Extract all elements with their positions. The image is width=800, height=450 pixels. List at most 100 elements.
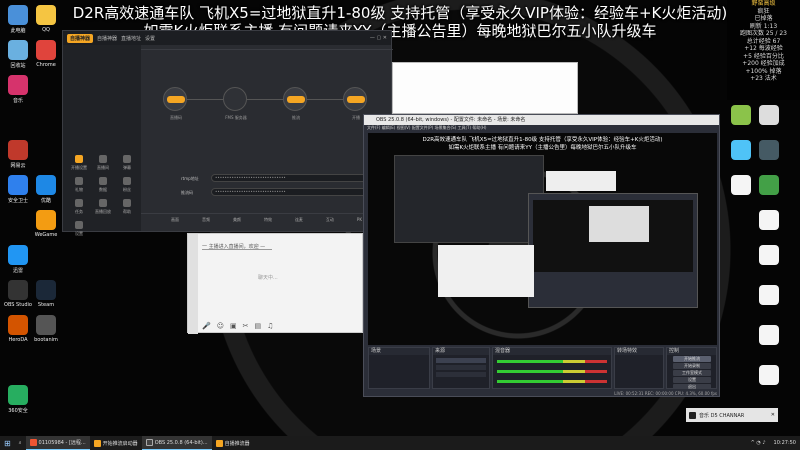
desktop-icon-right-8[interactable] (755, 245, 783, 265)
start-streaming-button[interactable]: 开始推流 (673, 356, 711, 362)
desktop-icon-right-4[interactable] (755, 140, 783, 160)
desktop-icon-right-2[interactable] (755, 105, 783, 125)
sidebar-item-9[interactable]: 设置 (69, 221, 89, 237)
desktop-icon-1[interactable]: 此电脑 (4, 5, 32, 34)
scenes-dock[interactable]: 场景 (368, 347, 430, 389)
source-item[interactable] (436, 365, 486, 370)
sidebar-item-3[interactable]: 礼物 (69, 177, 89, 193)
desktop-icon-9[interactable]: WeGame (32, 210, 60, 238)
app-icon (29, 439, 37, 446)
app-tab-2[interactable]: 直播地址 (121, 35, 141, 42)
studio-mode-button[interactable]: 工作室模式 (673, 370, 711, 376)
room-icon (99, 155, 107, 163)
step-3[interactable] (283, 87, 307, 111)
desktop-icon-right-9[interactable] (755, 285, 783, 305)
sidebar-item-6[interactable]: 任务 (69, 199, 89, 215)
game-stats-panel: 野蛮高级 疯狂 已掉落 刷新 1:13 跑图次数 25 / 23 总计经验 67 +12 每… (727, 0, 800, 100)
desktop-icon-right-5[interactable] (727, 175, 755, 195)
obs-window[interactable]: OBS 25.0.8 (64-bit, windows) - 配置文件: 未命名… (363, 114, 720, 397)
stats-line-6: 总计经验 67 (746, 37, 781, 45)
taskbar-item-2[interactable]: 开始推流启动器 (90, 436, 142, 450)
desktop-icon-right-3[interactable] (727, 140, 755, 160)
desktop-icon-right-7[interactable] (755, 210, 783, 230)
document-icon (759, 245, 779, 265)
taskbar-item-4[interactable]: 自播推流器 (212, 436, 254, 450)
chat-window[interactable]: 一 主播进入直播间，欢迎 — 聊天中... 🎤 ☺ ▣ ✂ ▤ ♫ (187, 233, 363, 334)
desktop-icon-7[interactable]: 安全卫士 (4, 175, 32, 204)
sidebar-item-0[interactable]: 开播设置 (69, 155, 89, 171)
desktop-icon-13[interactable]: bootanim (32, 315, 60, 343)
sidebar-item-7[interactable]: 直播回放 (93, 199, 113, 215)
image-icon[interactable]: ▣ (230, 322, 237, 330)
step-4[interactable] (343, 87, 367, 111)
stats-line-1: 野蛮高级 (751, 0, 776, 7)
sidebar-item-5[interactable]: 粉丝 (117, 177, 137, 193)
toolbar-item-2[interactable]: 音频 (202, 217, 210, 223)
file-icon[interactable]: ▤ (255, 322, 262, 330)
desktop-icon-15[interactable]: 360安全 (4, 385, 32, 414)
toolbar-item-1[interactable]: 画面 (171, 217, 179, 223)
taskbar-item-3[interactable]: OBS 25.0.8 (64-bit)... (141, 436, 212, 450)
taskbar-item-1[interactable]: 01105984 - [远程... (25, 436, 90, 450)
mic-icon[interactable]: 🎤 (202, 322, 211, 330)
desktop-icon-right-11[interactable] (755, 365, 783, 385)
source-item[interactable] (436, 358, 486, 363)
obs-preview[interactable]: D2R高效速通车队 飞机X5=过地狱直升1-80级 支持托管（享受永久VIP体验… (368, 133, 717, 345)
emoji-icon[interactable]: ☺ (217, 322, 224, 330)
stream-key-field[interactable]: •••••••••••••••••••••••••••••• (211, 188, 371, 196)
mixer-dock[interactable]: 混音器 (492, 347, 612, 389)
desktop-icon-right-10[interactable] (755, 325, 783, 345)
desktop-icon-label: HeroDA (8, 337, 28, 343)
desktop-icon-2[interactable]: QQ (32, 5, 60, 33)
toolbar-item-4[interactable]: 特效 (264, 217, 272, 223)
toolbar-item-3[interactable]: 美颜 (233, 217, 241, 223)
desktop-icon-5[interactable]: 音乐 (4, 75, 32, 104)
scissors-icon[interactable]: ✂ (243, 322, 249, 330)
step-2[interactable] (223, 87, 247, 111)
exit-button[interactable]: 退出 (673, 384, 711, 389)
settings-button[interactable]: 设置 (673, 377, 711, 383)
desktop-icon-8[interactable]: 优酷 (32, 175, 60, 204)
sources-dock[interactable]: 来源 (432, 347, 490, 389)
obs-menubar[interactable]: 文件(F) 编辑(E) 视图(V) 配置文件(P) 场景集合(S) 工具(T) … (364, 125, 719, 132)
window-controls-icon[interactable]: — ▢ ✕ (370, 35, 387, 41)
browser-window[interactable] (392, 62, 578, 114)
search-button[interactable]: ⌕ (15, 436, 26, 450)
system-tray[interactable]: ^ ◔ ♪ (747, 436, 770, 450)
audio-meter (497, 370, 607, 373)
desktop-icon-12[interactable]: HeroDA (4, 315, 32, 343)
toolbar-item-6[interactable]: 互动 (326, 217, 334, 223)
desktop-icon-label: Steam (37, 302, 55, 308)
streaming-app-window[interactable]: 自播神器 自播神器 直播地址 设置 — ▢ ✕ 开播设置 直播间 弹幕 礼物 数… (62, 30, 393, 236)
desktop-icon-10[interactable]: Steam (32, 280, 60, 308)
app-tab-1[interactable]: 自播神器 (97, 35, 117, 42)
desktop-icon-4[interactable]: Chrome (32, 40, 60, 68)
toolbar-item-7[interactable]: PK (357, 217, 362, 223)
transitions-dock[interactable]: 转场特效 (614, 347, 664, 389)
desktop-icon-3[interactable]: 回收站 (4, 40, 32, 69)
source-item[interactable] (436, 372, 486, 377)
rtmp-url-field[interactable]: •••••••••••••••••••••••••••••• (211, 174, 371, 182)
desktop-icon-6[interactable]: 网易云 (4, 140, 32, 169)
desktop-icon-right-1[interactable] (727, 105, 755, 125)
preview-obs-nested (528, 193, 698, 308)
sidebar-item-4[interactable]: 数据 (93, 177, 113, 193)
notification-toast[interactable]: 音乐 D5 CHANNAR ✕ (686, 408, 778, 422)
step-1[interactable] (163, 87, 187, 111)
controls-dock[interactable]: 控制 开始推流 开始录制 工作室模式 设置 退出 (666, 347, 717, 389)
desktop-icon-11[interactable]: 迅雷 (4, 245, 32, 274)
app-icon (93, 439, 101, 447)
start-recording-button[interactable]: 开始录制 (673, 363, 711, 369)
app-tab-3[interactable]: 设置 (145, 35, 155, 42)
step-label-2: FMS 服务器 (225, 115, 247, 120)
desktop-icon-right-6[interactable] (755, 175, 783, 195)
sidebar-item-2[interactable]: 弹幕 (117, 155, 137, 171)
desktop-icon-14[interactable]: OBS Studio (4, 280, 32, 308)
close-icon[interactable]: ✕ (771, 412, 775, 418)
toolbar-item-5[interactable]: 连麦 (295, 217, 303, 223)
clock[interactable]: 10:27:50 (770, 436, 800, 450)
music-icon[interactable]: ♫ (267, 322, 273, 330)
sidebar-item-8[interactable]: 帮助 (117, 199, 137, 215)
sidebar-item-1[interactable]: 直播间 (93, 155, 113, 171)
start-button[interactable]: ⊞ (0, 436, 15, 450)
